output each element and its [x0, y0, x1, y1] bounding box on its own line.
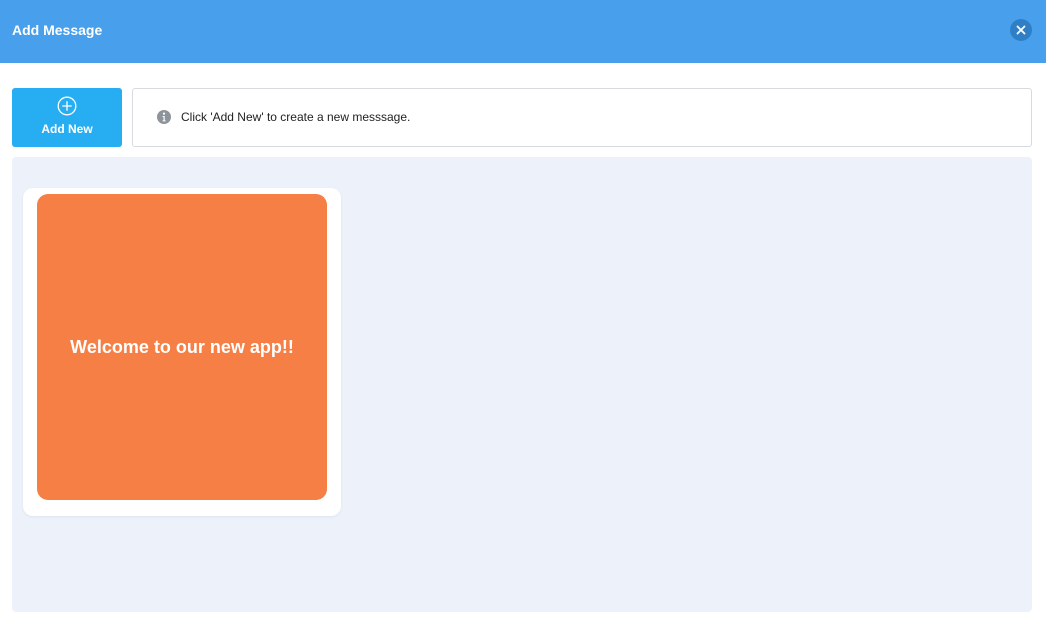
- message-preview: Welcome to our new app!!: [37, 194, 327, 500]
- close-button[interactable]: [1010, 19, 1032, 41]
- info-banner: Click 'Add New' to create a new messsage…: [132, 88, 1032, 147]
- close-icon: [1016, 25, 1026, 35]
- modal-title: Add Message: [12, 22, 103, 38]
- add-new-label: Add New: [41, 122, 93, 136]
- message-text: Welcome to our new app!!: [70, 337, 294, 357]
- message-card[interactable]: Welcome to our new app!!: [23, 188, 341, 516]
- plus-circle-icon: [57, 96, 77, 116]
- add-new-button[interactable]: Add New: [12, 88, 122, 147]
- info-icon: [157, 110, 171, 124]
- modal-header: Add Message: [0, 0, 1046, 63]
- info-text: Click 'Add New' to create a new messsage…: [181, 110, 411, 124]
- messages-panel: Welcome to our new app!!: [12, 157, 1032, 612]
